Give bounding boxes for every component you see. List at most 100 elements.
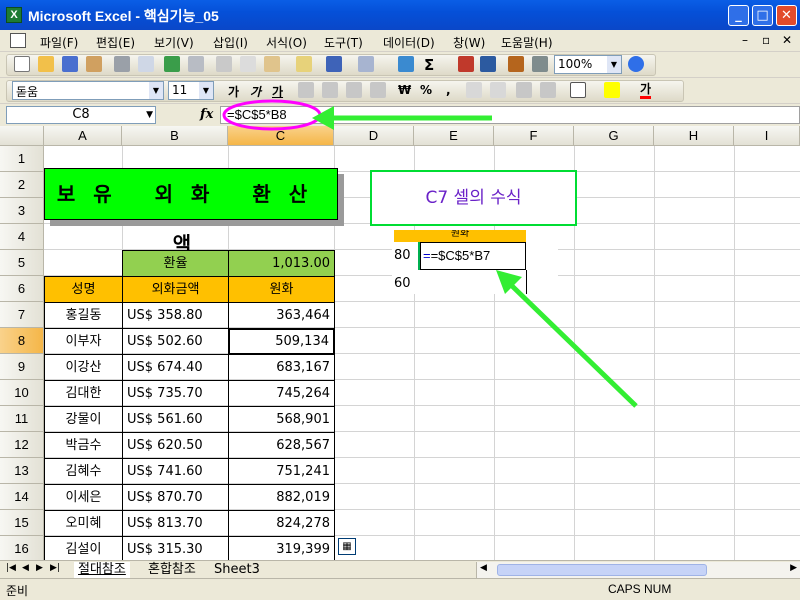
menu-data[interactable]: 데이터(D) [383,34,435,51]
foreign-amount-cell[interactable]: US$ 620.50 [122,432,229,459]
save-icon[interactable] [62,56,78,72]
drawing-icon[interactable] [532,56,548,72]
borders-icon[interactable] [570,82,586,98]
foreign-amount-cell[interactable]: US$ 674.40 [122,354,229,381]
row-header[interactable]: 6 [0,276,44,302]
copy-icon[interactable] [240,56,256,72]
insert-function-icon[interactable]: fx [200,107,213,122]
row-header[interactable]: 2 [0,172,44,198]
row-header[interactable]: 10 [0,380,44,406]
chevron-down-icon[interactable]: ▼ [607,56,621,73]
name-cell[interactable]: 이강산 [44,354,123,381]
font-size-select[interactable]: 11 ▼ [168,81,214,100]
won-amount-cell[interactable]: 568,901 [228,406,335,433]
won-amount-cell[interactable]: 509,134 [228,328,335,355]
open-icon[interactable] [38,56,54,72]
italic-button[interactable]: 가 [250,83,261,100]
sort-ascending-icon[interactable] [458,56,474,72]
row-header[interactable]: 11 [0,406,44,432]
header-won-cell[interactable]: 원화 [228,276,335,303]
hyperlink-icon[interactable] [398,56,414,72]
menu-format[interactable]: 서식(O) [266,34,307,51]
row-header[interactable]: 8 [0,328,44,354]
row-header[interactable]: 3 [0,198,44,224]
foreign-amount-cell[interactable]: US$ 561.60 [122,406,229,433]
underline-button[interactable]: 가 [272,83,283,100]
chart-wizard-icon[interactable] [508,56,524,72]
rate-value-cell[interactable]: 1,013.00 [228,250,335,277]
help-icon[interactable] [628,56,644,72]
header-foreign-cell[interactable]: 외화금액 [122,276,229,303]
first-sheet-icon[interactable]: |◀ [6,563,16,573]
foreign-amount-cell[interactable]: US$ 870.70 [122,484,229,511]
menu-help[interactable]: 도움말(H) [501,34,553,51]
comma-button[interactable]: , [446,83,451,97]
won-amount-cell[interactable]: 363,464 [228,302,335,329]
header-name-cell[interactable]: 성명 [44,276,123,303]
column-header-a[interactable]: A [44,126,122,146]
foreign-amount-cell[interactable]: US$ 813.70 [122,510,229,537]
document-icon[interactable] [10,33,26,48]
next-sheet-icon[interactable]: ▶ [36,563,43,573]
increase-indent-icon[interactable] [540,82,556,98]
maximize-button[interactable]: □ [752,5,773,26]
fill-color-icon[interactable] [604,82,620,98]
name-cell[interactable]: 김혜수 [44,458,123,485]
research-icon[interactable] [188,56,204,72]
currency-button[interactable]: ₩ [398,83,411,97]
decrease-decimal-icon[interactable] [490,82,506,98]
tab-mixed-ref[interactable]: 혼합참조 [144,562,200,578]
zoom-select[interactable]: 100% ▼ [554,55,622,74]
scroll-right-icon[interactable]: ▶ [790,563,797,573]
row-header[interactable]: 13 [0,458,44,484]
name-cell[interactable]: 김대한 [44,380,123,407]
font-name-select[interactable]: 돋움 ▼ [12,81,164,100]
decrease-indent-icon[interactable] [516,82,532,98]
won-amount-cell[interactable]: 628,567 [228,432,335,459]
row-header[interactable]: 12 [0,432,44,458]
sort-descending-icon[interactable] [480,56,496,72]
horizontal-scrollbar[interactable]: ◀ ▶ [476,562,800,578]
minimize-button[interactable]: _ [728,5,749,26]
row-header[interactable]: 9 [0,354,44,380]
mdi-minimize-icon[interactable]: – [742,33,748,47]
align-center-icon[interactable] [322,82,338,98]
name-cell[interactable]: 이부자 [44,328,123,355]
name-cell[interactable]: 이세은 [44,484,123,511]
format-painter-icon[interactable] [296,56,312,72]
mdi-restore-icon[interactable]: ▫ [762,33,770,47]
font-color-button[interactable]: 가 [640,83,652,99]
menu-insert[interactable]: 삽입(I) [213,34,248,51]
foreign-amount-cell[interactable]: US$ 358.80 [122,302,229,329]
won-amount-cell[interactable]: 751,241 [228,458,335,485]
chevron-down-icon[interactable]: ▼ [149,82,163,99]
merge-center-icon[interactable] [370,82,386,98]
redo-icon[interactable] [358,56,374,72]
won-amount-cell[interactable]: 824,278 [228,510,335,537]
won-amount-cell[interactable]: 683,167 [228,354,335,381]
row-header[interactable]: 14 [0,484,44,510]
column-header-c[interactable]: C [228,126,334,146]
chevron-down-icon[interactable]: ▼ [199,82,213,99]
row-header[interactable]: 5 [0,250,44,276]
won-amount-cell[interactable]: 745,264 [228,380,335,407]
column-header-g[interactable]: G [574,126,654,146]
won-amount-cell[interactable]: 882,019 [228,484,335,511]
row-header[interactable]: 16 [0,536,44,560]
align-left-icon[interactable] [298,82,314,98]
tab-absolute-ref[interactable]: 절대참조 [74,562,130,578]
menu-view[interactable]: 보기(V) [154,34,194,51]
bold-button[interactable]: 가 [228,83,239,100]
name-cell[interactable]: 오미혜 [44,510,123,537]
paste-options-icon[interactable]: ▦ [338,538,356,555]
name-cell[interactable]: 박금수 [44,432,123,459]
select-all-corner[interactable] [0,126,44,146]
scroll-left-icon[interactable]: ◀ [480,563,487,573]
row-header[interactable]: 15 [0,510,44,536]
autosum-icon[interactable]: Σ [424,56,440,74]
column-header-h[interactable]: H [654,126,734,146]
rate-label-cell[interactable]: 환율 [122,250,229,277]
increase-decimal-icon[interactable] [466,82,482,98]
name-cell[interactable]: 홍길동 [44,302,123,329]
undo-icon[interactable] [326,56,342,72]
